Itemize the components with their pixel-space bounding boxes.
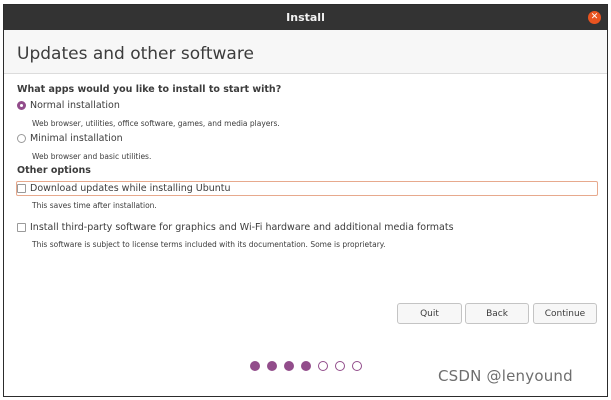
checkbox-icon[interactable] xyxy=(17,184,26,193)
watermark-text: CSDN @lenyound xyxy=(438,367,573,385)
option-label: Install third-party software for graphic… xyxy=(30,222,454,233)
quit-button[interactable]: Quit xyxy=(397,303,462,324)
option-description: This software is subject to license term… xyxy=(32,240,386,249)
installer-window: Install ✕ Updates and other software Wha… xyxy=(3,4,608,397)
option-label: Normal installation xyxy=(30,100,120,111)
option-description: This saves time after installation. xyxy=(32,201,157,210)
continue-button[interactable]: Continue xyxy=(533,303,597,324)
radio-minimal-installation[interactable]: Minimal installation xyxy=(17,133,123,144)
back-button[interactable]: Back xyxy=(465,303,529,324)
progress-dot-icon xyxy=(335,361,345,371)
radio-normal-installation[interactable]: Normal installation xyxy=(17,100,120,111)
option-label: Download updates while installing Ubuntu xyxy=(30,183,231,194)
radio-button-icon[interactable] xyxy=(17,134,26,143)
progress-dot-icon xyxy=(267,361,277,371)
progress-dot-icon xyxy=(318,361,328,371)
checkbox-icon[interactable] xyxy=(17,223,26,232)
progress-dot-icon xyxy=(284,361,294,371)
option-description: Web browser, utilities, office software,… xyxy=(32,119,280,128)
install-question: What apps would you like to install to s… xyxy=(17,84,282,95)
step-progress-indicator xyxy=(250,361,362,371)
progress-dot-icon xyxy=(250,361,260,371)
option-description: Web browser and basic utilities. xyxy=(32,152,152,161)
checkbox-third-party-software[interactable]: Install third-party software for graphic… xyxy=(17,222,454,233)
checkbox-download-updates[interactable]: Download updates while installing Ubuntu xyxy=(17,183,231,194)
progress-dot-icon xyxy=(301,361,311,371)
window-title: Install xyxy=(286,11,325,24)
close-icon[interactable]: ✕ xyxy=(588,11,601,24)
option-label: Minimal installation xyxy=(30,133,123,144)
other-options-heading: Other options xyxy=(17,165,91,176)
page-header: Updates and other software xyxy=(4,30,607,74)
page-title: Updates and other software xyxy=(17,44,254,64)
radio-button-icon[interactable] xyxy=(17,101,26,110)
progress-dot-icon xyxy=(352,361,362,371)
title-bar: Install ✕ xyxy=(4,5,607,30)
